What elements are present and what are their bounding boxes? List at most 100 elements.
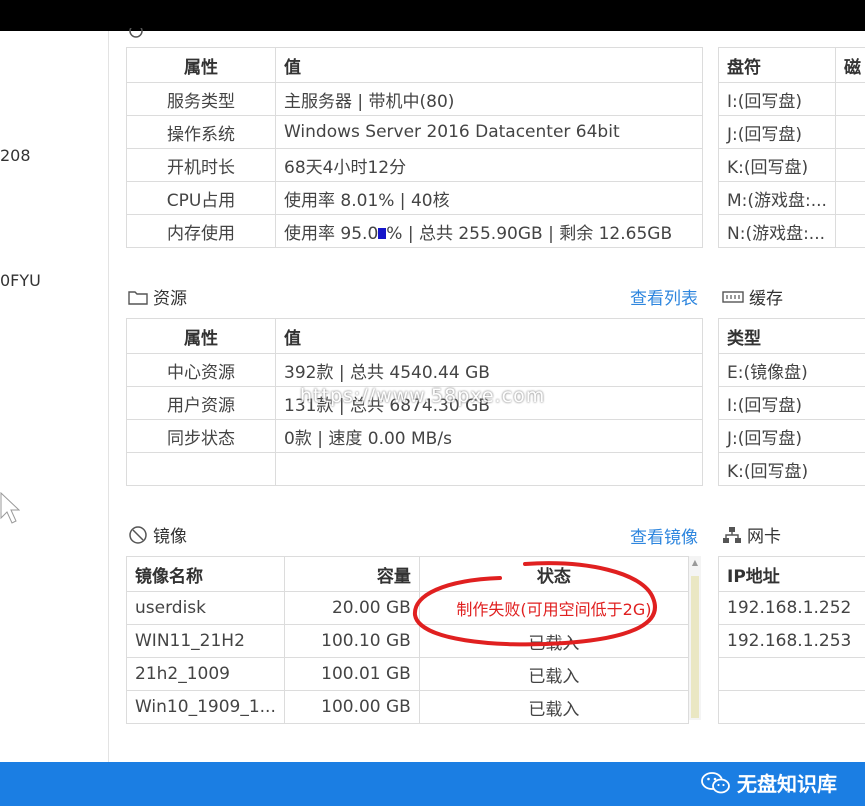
resources-attr: 中心资源 — [126, 353, 276, 387]
image-size: 100.10 GB — [283, 624, 420, 658]
table-row: 中心资源 392款 | 总共 4540.44 GB — [126, 353, 703, 387]
overview-attr: 服务类型 — [126, 82, 276, 116]
nic-table: IP地址 192.168.1.252 192.168.1.253 — [718, 556, 865, 724]
memory-value-part-a: 使用率 95.0 — [284, 223, 379, 244]
table-row: 操作系统 Windows Server 2016 Datacenter 64bi… — [126, 115, 703, 149]
disk-header-partial: 磁 — [834, 47, 865, 83]
resources-attr: 用户资源 — [126, 386, 276, 420]
table-row: N:(游戏盘:... — [718, 214, 865, 248]
cache-type: K:(回写盘) — [718, 452, 865, 486]
table-row: 开机时长 68天4小时12分 — [126, 148, 703, 182]
overview-attr: 操作系统 — [126, 115, 276, 149]
table-row: K:(回写盘) — [718, 452, 865, 486]
disk-header-drive: 盘符 — [718, 47, 836, 83]
red-annotation-circle — [412, 561, 657, 647]
overview-attr: 开机时长 — [126, 148, 276, 182]
left-panel-text-1: 208 — [0, 146, 31, 165]
image-status: 已载入 — [418, 690, 690, 724]
resources-title-text: 资源 — [153, 289, 187, 309]
table-row: M:(游戏盘:... — [718, 181, 865, 215]
memory-value-part-b: % | 总共 255.90GB | 剩余 12.65GB — [386, 223, 673, 244]
images-scrollbar-thumb[interactable] — [691, 576, 699, 718]
overview-attr: CPU占用 — [126, 181, 276, 215]
image-status: 已载入 — [418, 657, 690, 691]
cache-type: E:(镜像盘) — [718, 353, 865, 387]
images-title: 镜像 — [128, 522, 187, 547]
table-row: I:(回写盘) — [718, 82, 865, 116]
resources-header-attr: 属性 — [126, 318, 276, 354]
table-row: CPU占用 使用率 8.01% | 40核 — [126, 181, 703, 215]
nic-title-text: 网卡 — [747, 527, 781, 547]
overview-value: 68天4小时12分 — [275, 148, 703, 182]
table-row[interactable]: Win10_1909_1... 100.00 GB 已载入 — [126, 690, 690, 724]
folder-icon — [128, 290, 148, 305]
disk-drive: M:(游戏盘:... — [718, 181, 836, 215]
cache-table: 类型 E:(镜像盘) I:(回写盘) J:(回写盘) K:(回写盘) — [718, 318, 865, 486]
overview-header-attr: 属性 — [126, 47, 276, 83]
overview-title-partial — [128, 24, 144, 42]
memory-card-icon — [722, 290, 744, 303]
image-name: 21h2_1009 — [126, 657, 285, 691]
image-name: WIN11_21H2 — [126, 624, 285, 658]
disc-icon — [129, 525, 147, 544]
overview-table: 属性 值 服务类型 主服务器 | 带机中(80) 操作系统 Windows Se… — [126, 47, 703, 248]
image-size: 100.00 GB — [283, 690, 420, 724]
network-icon — [723, 526, 741, 543]
overview-header-value: 值 — [275, 47, 703, 83]
view-list-link[interactable]: 查看列表 — [630, 284, 698, 309]
table-row: E:(镜像盘) — [718, 353, 865, 387]
cache-type: J:(回写盘) — [718, 419, 865, 453]
disk-drive: K:(回写盘) — [718, 148, 836, 182]
left-panel-text-2: 0FYU — [0, 271, 41, 290]
image-name: Win10_1909_1... — [126, 690, 285, 724]
scroll-up-arrow-icon[interactable]: ▲ — [691, 558, 699, 568]
table-row: I:(回写盘) — [718, 386, 865, 420]
footer-brand: 无盘知识库 — [701, 768, 837, 797]
image-size: 20.00 GB — [283, 591, 420, 625]
resources-value: 0款 | 速度 0.00 MB/s — [275, 419, 703, 453]
table-row: J:(回写盘) — [718, 419, 865, 453]
view-images-link[interactable]: 查看镜像 — [630, 523, 698, 548]
table-row — [718, 657, 865, 691]
table-row: 192.168.1.253 — [718, 624, 865, 658]
disk-drive: N:(游戏盘:... — [718, 214, 836, 248]
table-row: 服务类型 主服务器 | 带机中(80) — [126, 82, 703, 116]
resources-header-value: 值 — [275, 318, 703, 354]
overview-value: 使用率 95.0 % | 总共 255.90GB | 剩余 12.65GB — [275, 214, 703, 248]
left-panel: 208 0FYU — [0, 31, 109, 762]
nic-header-ip: IP地址 — [718, 556, 865, 592]
cache-title-text: 缓存 — [749, 289, 783, 309]
images-header-size: 容量 — [283, 556, 420, 592]
cache-type: I:(回写盘) — [718, 386, 865, 420]
footer-brand-text: 无盘知识库 — [737, 772, 837, 796]
table-row: K:(回写盘) — [718, 148, 865, 182]
nic-title: 网卡 — [722, 522, 781, 547]
overview-value: 使用率 8.01% | 40核 — [275, 181, 703, 215]
overview-value: Windows Server 2016 Datacenter 64bit — [275, 115, 703, 149]
watermark-url: https://www.58pxe.com — [300, 385, 546, 407]
wechat-icon — [701, 771, 730, 793]
overview-attr: 内存使用 — [126, 214, 276, 248]
resources-value: 392款 | 总共 4540.44 GB — [275, 353, 703, 387]
nic-ip: 192.168.1.253 — [718, 624, 865, 658]
nic-ip: 192.168.1.252 — [718, 591, 865, 625]
images-header-name: 镜像名称 — [126, 556, 285, 592]
table-row: 内存使用 使用率 95.0 % | 总共 255.90GB | 剩余 12.65G… — [126, 214, 703, 248]
image-name: userdisk — [126, 591, 285, 625]
mouse-cursor-icon — [0, 492, 20, 524]
overview-value: 主服务器 | 带机中(80) — [275, 82, 703, 116]
table-row: 同步状态 0款 | 速度 0.00 MB/s — [126, 419, 703, 453]
table-row: 192.168.1.252 — [718, 591, 865, 625]
resources-title: 资源 — [128, 284, 187, 309]
disk-table: 盘符 磁 I:(回写盘) J:(回写盘) K:(回写盘) M:(游戏盘:... … — [718, 47, 865, 248]
cache-header-type: 类型 — [718, 318, 865, 354]
disk-drive: I:(回写盘) — [718, 82, 836, 116]
image-size: 100.01 GB — [283, 657, 420, 691]
images-title-text: 镜像 — [153, 527, 187, 547]
table-row — [718, 690, 865, 724]
table-row[interactable]: 21h2_1009 100.01 GB 已载入 — [126, 657, 690, 691]
table-row — [126, 452, 703, 486]
table-row: J:(回写盘) — [718, 115, 865, 149]
resources-attr: 同步状态 — [126, 419, 276, 453]
disk-drive: J:(回写盘) — [718, 115, 836, 149]
